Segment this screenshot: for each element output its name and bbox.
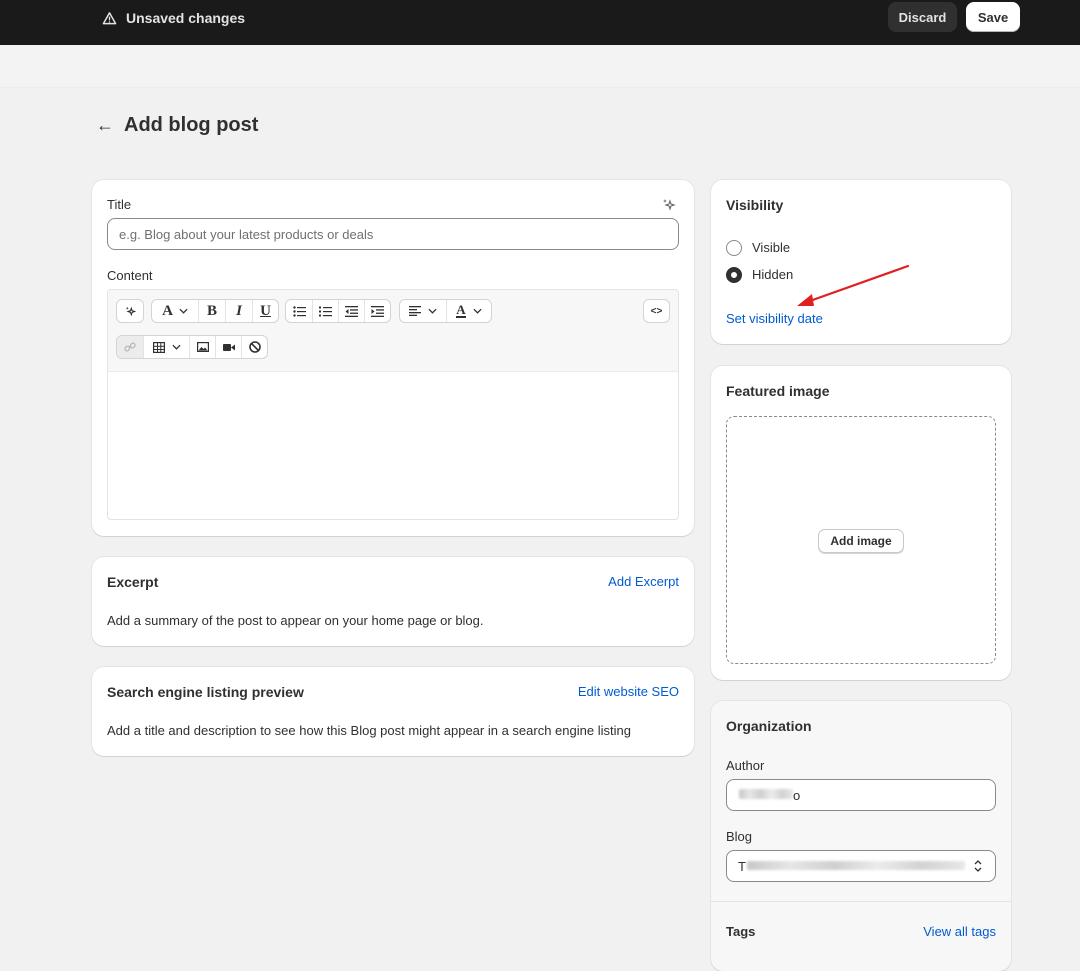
radio-option-visible[interactable]: Visible [726, 239, 846, 257]
table-dropdown[interactable] [143, 336, 189, 358]
radio-visible-label: Visible [752, 240, 791, 255]
post-content-card: Title Content A B I U [92, 180, 694, 536]
contextual-save-bar: Unsaved changes Discard Save [0, 0, 1080, 45]
seo-heading: Search engine listing preview [107, 684, 304, 700]
page-header: ← Add blog post [96, 114, 258, 137]
edit-seo-link[interactable]: Edit website SEO [578, 684, 679, 699]
rich-text-editor: A B I U A <> [107, 289, 679, 520]
underline-button[interactable]: U [252, 300, 278, 322]
font-style-dropdown[interactable]: A [152, 300, 198, 322]
tags-label: Tags [726, 924, 756, 939]
bold-button[interactable]: B [198, 300, 225, 322]
radio-visible[interactable] [726, 240, 742, 256]
chevron-down-icon [179, 308, 188, 314]
page-title: Add blog post [124, 114, 259, 136]
organization-card: Organization Author o Blog T Tags View a… [711, 701, 1011, 971]
insert-image-icon[interactable] [189, 336, 215, 358]
add-image-button[interactable]: Add image [818, 529, 904, 553]
align-color-group: A [399, 299, 492, 323]
organization-divider [711, 901, 1011, 902]
insert-video-icon[interactable] [215, 336, 241, 358]
add-excerpt-link[interactable]: Add Excerpt [608, 574, 679, 589]
italic-button[interactable]: I [225, 300, 252, 322]
organization-heading: Organization [726, 718, 812, 734]
excerpt-description: Add a summary of the post to appear on y… [107, 613, 484, 628]
editor-content-area[interactable] [108, 372, 678, 519]
insert-group [116, 335, 268, 359]
align-left-icon [409, 306, 421, 316]
magic-sparkle-icon[interactable] [117, 300, 143, 322]
clear-formatting-icon[interactable] [241, 336, 267, 358]
title-label: Title [107, 197, 132, 212]
chevron-down-icon [171, 344, 181, 350]
author-input[interactable]: o [726, 779, 996, 811]
author-label: Author [726, 758, 765, 773]
blog-label: Blog [726, 829, 753, 844]
font-glyph: A [162, 302, 173, 319]
unsaved-changes-text: Unsaved changes [126, 10, 246, 26]
magic-group [116, 299, 144, 323]
annotation-arrow-icon [797, 264, 910, 306]
chevron-down-icon [473, 308, 482, 314]
featured-image-heading: Featured image [726, 383, 830, 399]
arrow-left-icon[interactable]: ← [96, 115, 114, 136]
indent-icon[interactable] [364, 300, 390, 322]
outdent-icon[interactable] [338, 300, 364, 322]
seo-description: Add a title and description to see how t… [107, 723, 631, 738]
title-input[interactable] [107, 218, 679, 250]
sparkle-icon[interactable] [661, 197, 677, 213]
text-color-glyph: A [456, 302, 466, 318]
text-align-dropdown[interactable] [400, 300, 446, 322]
author-visible-text: o [793, 788, 801, 803]
numbered-list-icon[interactable] [312, 300, 338, 322]
link-icon[interactable] [117, 336, 143, 358]
author-redacted-text [739, 789, 793, 799]
list-group [285, 299, 391, 323]
unsaved-changes-status: Unsaved changes [102, 10, 245, 26]
seo-preview-card: Search engine listing preview Edit websi… [92, 667, 694, 756]
bullet-list-icon[interactable] [286, 300, 312, 322]
table-icon [152, 341, 165, 353]
warning-icon [102, 11, 117, 24]
image-dropzone[interactable]: Add image [726, 416, 996, 664]
editor-toolbar: A B I U A <> [108, 290, 678, 372]
blog-redacted-text [747, 861, 965, 870]
header-band [0, 45, 1080, 88]
content-label: Content [107, 268, 153, 283]
save-button[interactable]: Save [966, 2, 1020, 32]
blog-select[interactable]: T [726, 850, 996, 882]
visibility-heading: Visibility [726, 197, 784, 213]
text-color-dropdown[interactable]: A [446, 300, 491, 322]
code-group: <> [643, 299, 670, 323]
select-chevrons-icon [974, 860, 982, 872]
text-format-group: A B I U [151, 299, 279, 323]
excerpt-card: Excerpt Add Excerpt Add a summary of the… [92, 557, 694, 646]
code-view-button[interactable]: <> [644, 300, 669, 322]
excerpt-heading: Excerpt [107, 574, 159, 590]
radio-hidden[interactable] [726, 267, 742, 283]
view-all-tags-link[interactable]: View all tags [923, 924, 996, 939]
blog-visible-text: T [738, 859, 746, 874]
featured-image-card: Featured image Add image [711, 366, 1011, 680]
chevron-down-icon [428, 308, 437, 314]
discard-button[interactable]: Discard [888, 2, 957, 32]
